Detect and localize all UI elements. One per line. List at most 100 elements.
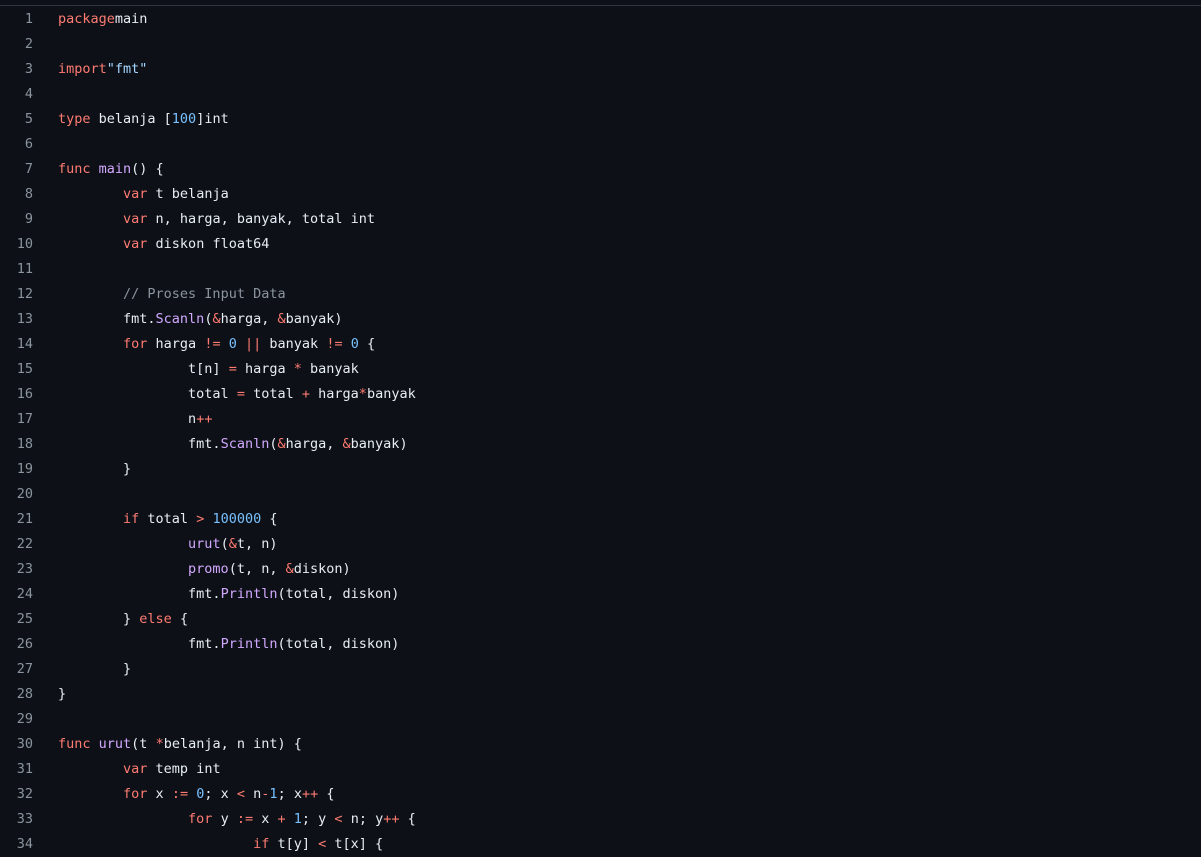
text-token: t, n): [236, 536, 278, 552]
line-number[interactable]: 21: [0, 507, 33, 532]
text-token: banyak): [285, 311, 343, 327]
line-number[interactable]: 10: [0, 232, 33, 257]
line-number[interactable]: 5: [0, 107, 33, 132]
line-number[interactable]: 11: [0, 257, 33, 282]
line-code: func main() {: [58, 157, 164, 182]
code-line: 19 }: [0, 457, 1201, 482]
code-line: 10 var diskon float64: [0, 232, 1201, 257]
operator-token: ++: [383, 811, 400, 827]
operator-token: *: [293, 361, 302, 377]
line-code: for x := 0; x < n-1; x++ {: [58, 782, 334, 807]
line-number[interactable]: 3: [0, 57, 33, 82]
line-number[interactable]: 2: [0, 32, 33, 57]
line-number[interactable]: 6: [0, 132, 33, 157]
function-token: Scanln: [155, 311, 205, 327]
text-token: belanja, n int) {: [163, 736, 302, 752]
line-number[interactable]: 19: [0, 457, 33, 482]
text-token: }: [58, 661, 132, 677]
text-token: total: [244, 386, 302, 402]
line-number[interactable]: 12: [0, 282, 33, 307]
operator-token: ++: [196, 411, 213, 427]
text-token: harga: [310, 386, 359, 402]
text-token: fmt.: [58, 636, 221, 652]
code-line: 27 }: [0, 657, 1201, 682]
text-token: t belanja: [147, 186, 229, 202]
text-token: }: [58, 611, 140, 627]
code-line: 33 for y := x + 1; y < n; y++ {: [0, 807, 1201, 832]
code-line: 4: [0, 82, 1201, 107]
comment-token: // Proses Input Data: [123, 286, 286, 302]
code-line: 22 urut(&t, n): [0, 532, 1201, 557]
line-number[interactable]: 16: [0, 382, 33, 407]
function-token: Println: [220, 636, 278, 652]
function-token: urut: [98, 736, 132, 752]
text-token: {: [399, 811, 416, 827]
number-token: 100000: [212, 511, 262, 527]
line-code: var t belanja: [58, 182, 229, 207]
line-number[interactable]: 26: [0, 632, 33, 657]
line-number[interactable]: 29: [0, 707, 33, 732]
text-token: banyak: [301, 361, 359, 377]
code-line: 31 var temp int: [0, 757, 1201, 782]
text-token: y: [212, 811, 237, 827]
text-token: fmt.: [58, 311, 156, 327]
line-number[interactable]: 33: [0, 807, 33, 832]
text-token: }: [58, 686, 67, 702]
operator-token: :=: [236, 811, 254, 827]
operator-token: &: [212, 311, 221, 327]
text-token: harga,: [285, 436, 343, 452]
line-code: t[n] = harga * banyak: [58, 357, 359, 382]
line-code: fmt.Scanln(&harga, &banyak): [58, 432, 408, 457]
text-token: n: [245, 786, 262, 802]
code-line: 34 if t[y] < t[x] {: [0, 832, 1201, 857]
code-line: 14 for harga != 0 || banyak != 0 {: [0, 332, 1201, 357]
line-number[interactable]: 7: [0, 157, 33, 182]
keyword-token: else: [139, 611, 172, 627]
keyword-token: if: [253, 836, 270, 852]
line-number[interactable]: 24: [0, 582, 33, 607]
line-code: var temp int: [58, 757, 221, 782]
operator-token: *: [155, 736, 164, 752]
code-line: 15 t[n] = harga * banyak: [0, 357, 1201, 382]
text-token: (t: [131, 736, 156, 752]
line-number[interactable]: 30: [0, 732, 33, 757]
text-token: ; x: [204, 786, 237, 802]
line-number[interactable]: 22: [0, 532, 33, 557]
line-number[interactable]: 15: [0, 357, 33, 382]
line-code: promo(t, n, &diskon): [58, 557, 351, 582]
operator-token: +: [277, 811, 286, 827]
line-number[interactable]: 1: [0, 7, 33, 32]
function-token: Println: [220, 586, 278, 602]
line-number[interactable]: 32: [0, 782, 33, 807]
line-number[interactable]: 8: [0, 182, 33, 207]
line-number[interactable]: 28: [0, 682, 33, 707]
line-number[interactable]: 18: [0, 432, 33, 457]
text-token: (total, diskon): [277, 586, 400, 602]
code-line: 12 // Proses Input Data: [0, 282, 1201, 307]
keyword-token: for: [123, 786, 148, 802]
line-number[interactable]: 34: [0, 832, 33, 857]
line-number[interactable]: 17: [0, 407, 33, 432]
line-number[interactable]: 13: [0, 307, 33, 332]
line-code: var diskon float64: [58, 232, 269, 257]
line-number[interactable]: 31: [0, 757, 33, 782]
line-number[interactable]: 9: [0, 207, 33, 232]
code-line: 6: [0, 132, 1201, 157]
line-number[interactable]: 27: [0, 657, 33, 682]
line-code: fmt.Println(total, diskon): [58, 632, 399, 657]
line-number[interactable]: 20: [0, 482, 33, 507]
top-border: [0, 0, 1201, 6]
line-number[interactable]: 14: [0, 332, 33, 357]
code-view[interactable]: 1 packagemain 2 3 import"fmt" 4 5 type belanja …: [0, 7, 1201, 857]
line-number[interactable]: 23: [0, 557, 33, 582]
line-number[interactable]: 25: [0, 607, 33, 632]
line-code: }: [58, 682, 66, 707]
code-line: 29: [0, 707, 1201, 732]
code-line: 25 } else {: [0, 607, 1201, 632]
line-number[interactable]: 4: [0, 82, 33, 107]
